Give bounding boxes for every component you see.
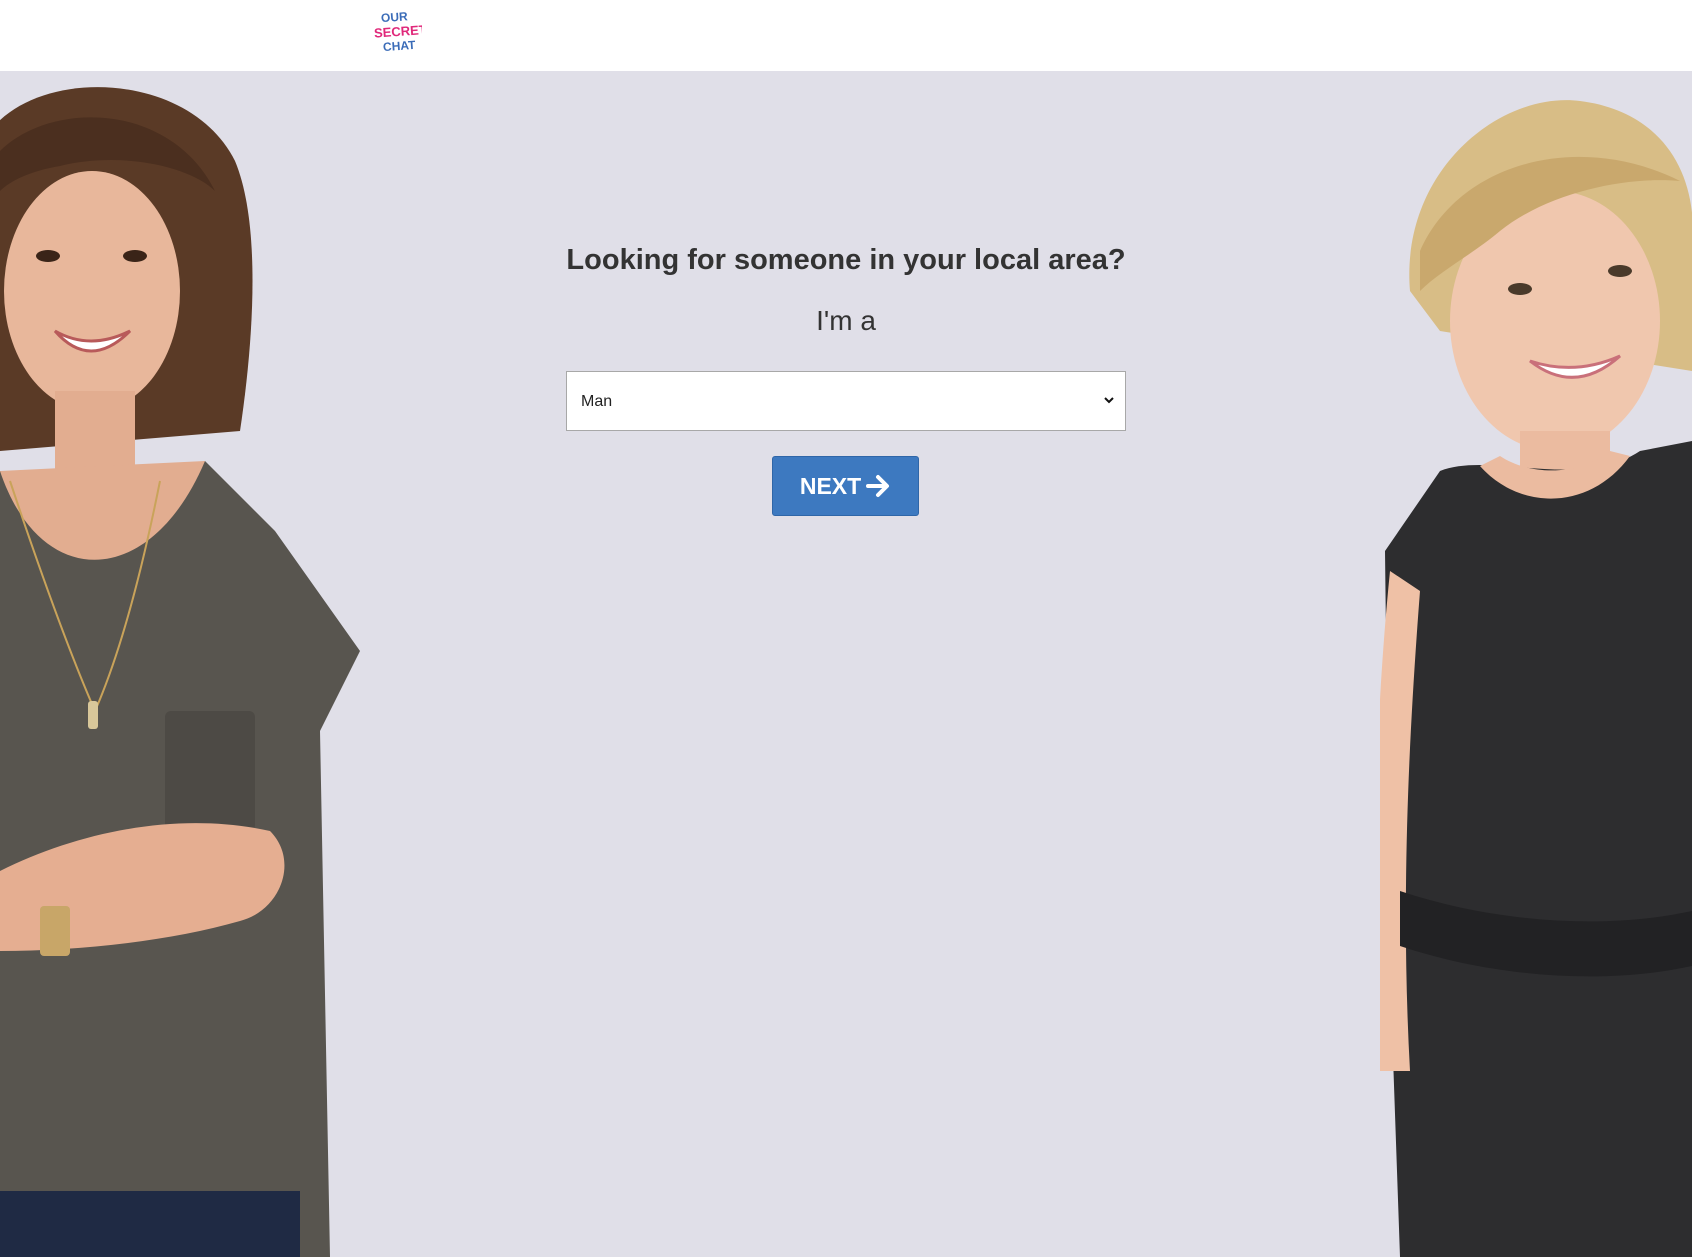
hero-section: Looking for someone in your local area? … bbox=[0, 71, 1692, 1257]
woman-right-image bbox=[1380, 100, 1692, 1257]
gender-select-wrapper: Man bbox=[566, 371, 1126, 431]
headline: Looking for someone in your local area? bbox=[566, 244, 1126, 276]
top-bar: OUR SECRET CHAT bbox=[0, 0, 1692, 71]
arrow-right-icon bbox=[866, 475, 890, 497]
gender-select[interactable]: Man bbox=[566, 371, 1126, 431]
im-a-label: I'm a bbox=[816, 305, 876, 336]
site-logo[interactable]: OUR SECRET CHAT bbox=[374, 8, 422, 56]
next-button-label: NEXT bbox=[799, 472, 862, 499]
svg-text:CHAT: CHAT bbox=[383, 38, 417, 54]
woman-left-image bbox=[0, 87, 360, 1257]
next-button[interactable]: NEXT bbox=[772, 456, 919, 516]
